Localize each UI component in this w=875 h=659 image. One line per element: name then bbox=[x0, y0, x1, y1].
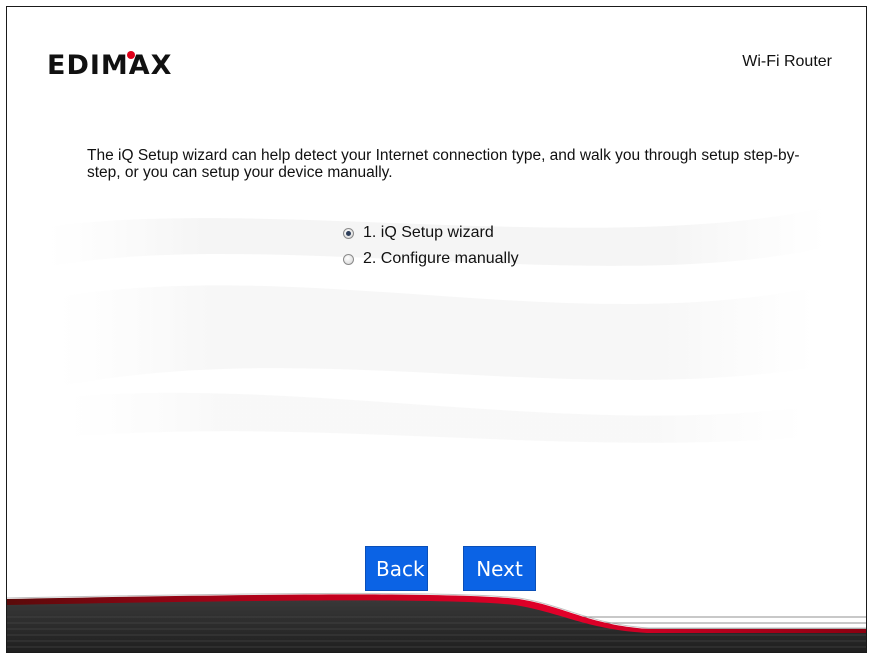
option-configure-manually[interactable]: 2. Configure manually bbox=[343, 246, 519, 272]
option-iq-setup-wizard[interactable]: 1. iQ Setup wizard bbox=[343, 220, 519, 246]
logo-text: EDIMAX bbox=[47, 50, 173, 81]
radio-button-icon[interactable] bbox=[343, 227, 354, 239]
setup-options: 1. iQ Setup wizard 2. Configure manually bbox=[343, 220, 519, 272]
setup-window: EDIMAX Wi-Fi Router The iQ Setup wizard … bbox=[6, 6, 867, 653]
next-button[interactable]: Next bbox=[463, 546, 536, 591]
option-label: 1. iQ Setup wizard bbox=[363, 224, 494, 241]
radio-button-icon[interactable] bbox=[343, 253, 354, 265]
product-name: Wi-Fi Router bbox=[742, 53, 832, 70]
option-label: 2. Configure manually bbox=[363, 250, 519, 267]
intro-text: The iQ Setup wizard can help detect your… bbox=[87, 147, 800, 181]
edimax-logo: EDIMAX bbox=[47, 49, 197, 83]
back-button[interactable]: Back bbox=[365, 546, 428, 591]
footer-bar bbox=[7, 592, 866, 652]
red-dot-icon bbox=[127, 51, 135, 59]
